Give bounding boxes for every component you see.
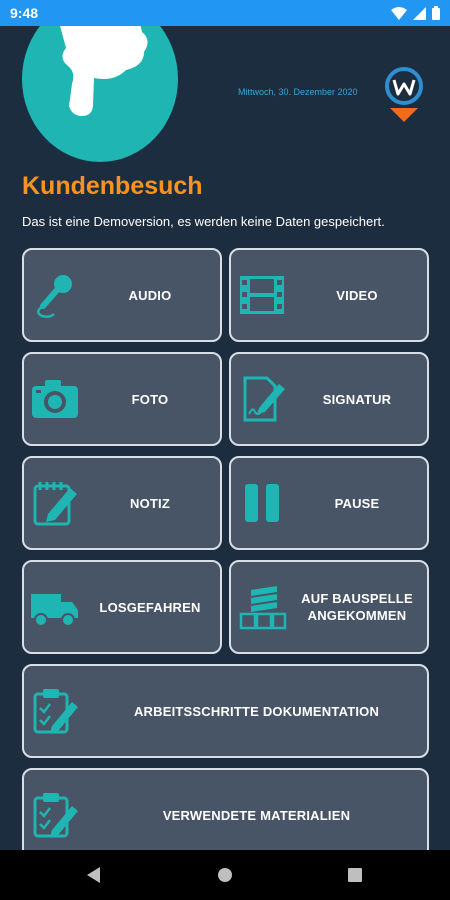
arrived-at-site-button[interactable]: AUF BAUSPELLE ANGEKOMMEN (229, 560, 429, 654)
pointing-hand-icon (22, 26, 178, 162)
back-icon[interactable] (86, 867, 102, 883)
location-logo-icon (385, 67, 423, 122)
clipboard-pencil-icon (33, 689, 78, 734)
navigation-bar (0, 850, 450, 900)
note-pencil-icon (33, 482, 77, 526)
audio-label: AUDIO (128, 287, 172, 303)
video-label: VIDEO (336, 287, 378, 303)
demo-notice: Das ist eine Demoversion, es werden kein… (22, 214, 385, 229)
truck-icon (31, 594, 78, 627)
home-icon[interactable] (217, 867, 233, 883)
photo-label: FOTO (131, 391, 169, 407)
pause-label: PAUSE (334, 495, 380, 511)
video-button[interactable]: VIDEO (229, 248, 429, 342)
signal-icon (413, 6, 426, 20)
microphone-icon (37, 275, 72, 318)
status-time: 9:48 (10, 5, 39, 21)
page-title: Kundenbesuch (22, 172, 203, 200)
audio-button[interactable]: AUDIO (22, 248, 222, 342)
signature-label: SIGNATUR (322, 391, 392, 407)
work-steps-documentation-label: ARBEITSSCHRITTE DOKUMENTATION (133, 703, 380, 719)
date-label: Mittwoch, 30. Dezember 2020 (238, 87, 358, 97)
work-steps-documentation-button[interactable]: ARBEITSSCHRITTE DOKUMENTATION (22, 664, 429, 758)
departed-button[interactable]: LOSGEFAHREN (22, 560, 222, 654)
app-screen: Mittwoch, 30. Dezember 2020 Kundenbesuch… (0, 26, 450, 850)
used-materials-label: VERWENDETE MATERIALIEN (162, 807, 351, 823)
pause-icon (245, 484, 279, 522)
status-bar: 9:48 (0, 0, 450, 26)
departed-label: LOSGEFAHREN (99, 599, 201, 615)
pause-button[interactable]: PAUSE (229, 456, 429, 550)
note-button[interactable]: NOTIZ (22, 456, 222, 550)
used-materials-button[interactable]: VERWENDETE MATERIALIEN (22, 768, 429, 850)
construction-materials-icon (239, 586, 287, 630)
note-label: NOTIZ (130, 495, 170, 511)
battery-icon (432, 6, 440, 20)
status-icons (391, 6, 440, 20)
recents-icon[interactable] (348, 868, 362, 882)
signature-icon (243, 376, 285, 422)
clipboard-pencil-icon (33, 793, 78, 838)
film-strip-icon (240, 276, 284, 314)
camera-icon (32, 380, 78, 418)
wifi-icon (391, 6, 407, 20)
arrived-at-site-label: AUF BAUSPELLE ANGEKOMMEN (301, 591, 413, 623)
signature-button[interactable]: SIGNATUR (229, 352, 429, 446)
photo-button[interactable]: FOTO (22, 352, 222, 446)
